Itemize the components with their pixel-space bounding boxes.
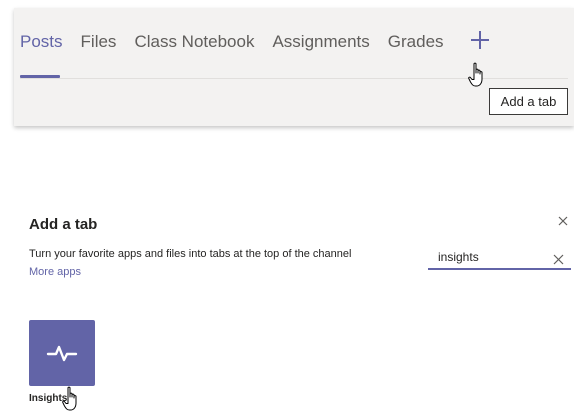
tab-divider [20,78,568,79]
pulse-icon [46,345,78,362]
app-search-box [428,244,571,270]
app-label-insights: Insights [29,393,68,404]
dialog-title: Add a tab [29,216,98,233]
more-apps-link[interactable]: More apps [29,266,81,278]
add-tab-tooltip: Add a tab [489,88,568,115]
search-clear-button[interactable] [553,252,564,265]
app-tile-insights[interactable] [29,320,95,386]
tab-files[interactable]: Files [81,30,117,54]
tab-list: Posts Files Class Notebook Assignments G… [20,30,462,54]
tab-class-notebook[interactable]: Class Notebook [134,30,254,54]
close-icon [553,254,564,265]
close-icon [558,216,568,226]
tab-assignments[interactable]: Assignments [272,30,369,54]
tab-grades[interactable]: Grades [388,30,444,54]
add-tab-dialog: Add a tab Turn your favorite apps and fi… [0,200,574,420]
app-search-input[interactable] [438,247,546,267]
tab-posts[interactable]: Posts [20,30,63,54]
dialog-close-button[interactable] [556,214,570,228]
dialog-description: Turn your favorite apps and files into t… [29,248,352,260]
plus-icon [471,31,489,49]
add-tab-button[interactable] [468,28,492,52]
